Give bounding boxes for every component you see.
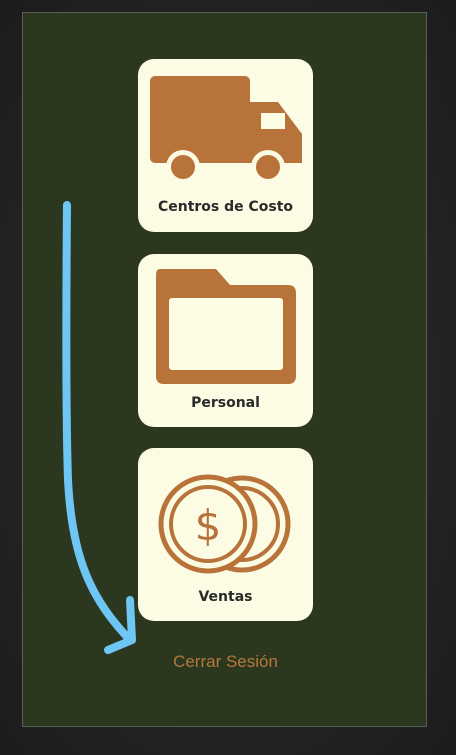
svg-text:$: $ bbox=[195, 501, 222, 550]
menu-card-personal[interactable]: Personal bbox=[138, 254, 313, 427]
device-frame: Centros de Costo Personal $ Ventas Cerra… bbox=[0, 0, 456, 755]
menu-card-centros-de-costo[interactable]: Centros de Costo bbox=[138, 59, 313, 232]
logout-link[interactable]: Cerrar Sesión bbox=[23, 652, 428, 672]
truck-icon bbox=[150, 76, 302, 184]
app-screen: Centros de Costo Personal $ Ventas Cerra… bbox=[22, 12, 427, 727]
menu-card-label: Ventas bbox=[198, 589, 253, 605]
folder-icon bbox=[156, 269, 296, 384]
menu-card-ventas[interactable]: $ Ventas bbox=[138, 448, 313, 621]
menu-card-label: Centros de Costo bbox=[157, 199, 294, 215]
menu-card-label: Personal bbox=[191, 395, 260, 411]
coins-icon: $ bbox=[158, 474, 291, 574]
